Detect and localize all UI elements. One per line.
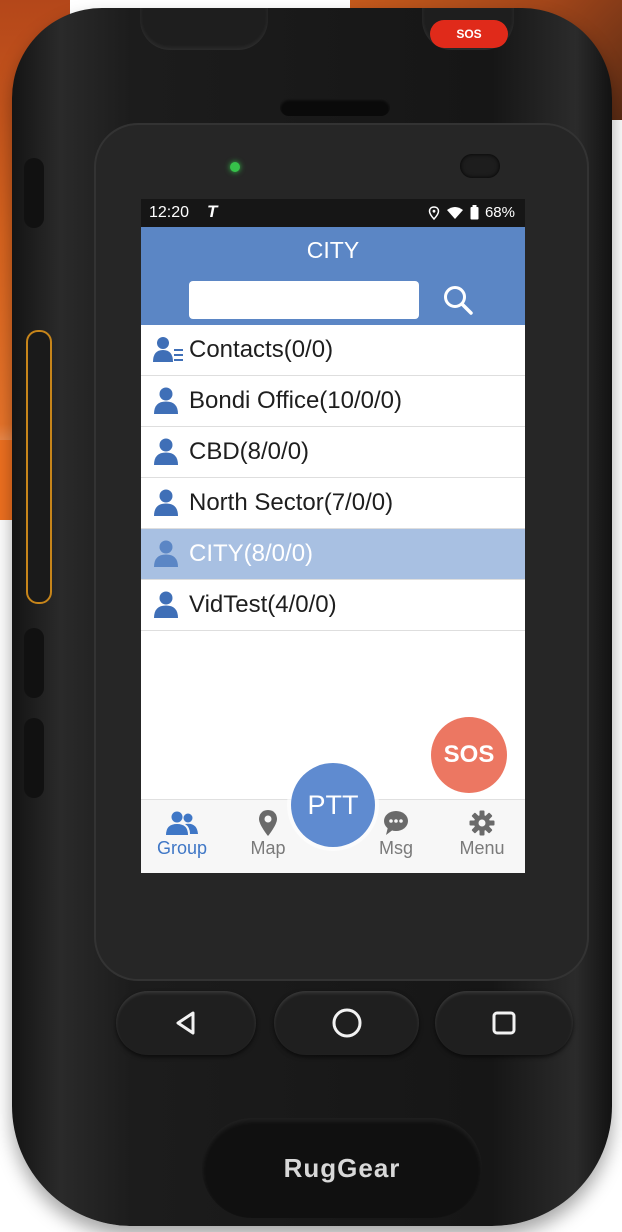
list-item-label: North Sector(7/0/0) (189, 489, 394, 516)
list-item-bondi-office[interactable]: Bondi Office(10/0/0) (141, 376, 525, 427)
brand-logo: RugGear (283, 1152, 401, 1183)
tab-label: Msg (378, 838, 413, 858)
brand-plate: RugGear (202, 1118, 482, 1218)
group-user-icon (151, 437, 185, 467)
ptt-button[interactable]: PTT (291, 763, 375, 847)
group-icon (147, 808, 217, 838)
app-header: CITY (141, 227, 525, 325)
group-user-icon (151, 488, 185, 518)
group-user-icon (151, 539, 185, 569)
hardware-sos-button[interactable]: SOS (430, 20, 508, 48)
tab-label: Group (156, 838, 208, 858)
side-key-upper[interactable] (24, 158, 44, 228)
location-icon (428, 205, 440, 220)
tab-label: Map (250, 838, 286, 858)
status-bar: 12:20 T 68% (141, 199, 525, 227)
back-button[interactable] (116, 991, 256, 1055)
search-icon[interactable] (441, 283, 475, 317)
list-item-label: VidTest(4/0/0) (189, 591, 337, 618)
side-key-lower-1[interactable] (24, 628, 44, 698)
tab-group[interactable]: Group (147, 808, 217, 859)
list-item-vidtest[interactable]: VidTest(4/0/0) (141, 580, 525, 631)
tab-label: Menu (459, 838, 505, 858)
contacts-icon (151, 335, 185, 365)
app-screen: 12:20 T 68% CITY Contacts(0/0) Bondi Off… (141, 199, 525, 873)
group-user-icon (151, 590, 185, 620)
wifi-icon (446, 206, 463, 219)
gear-icon (447, 808, 517, 838)
status-time: 12:20 (149, 204, 190, 221)
battery-icon (470, 205, 479, 220)
front-camera (460, 154, 500, 178)
page-title: CITY (306, 237, 360, 263)
group-user-icon (151, 386, 185, 416)
earpiece-speaker (280, 98, 390, 116)
home-icon (332, 1008, 361, 1038)
side-key-lower-2[interactable] (24, 718, 44, 798)
recent-apps-button[interactable] (435, 991, 573, 1055)
list-item-label: CBD(8/0/0) (189, 438, 310, 465)
status-led (230, 162, 240, 172)
group-list: Contacts(0/0) Bondi Office(10/0/0) CBD(8… (141, 325, 525, 631)
carrier-icon: T (207, 202, 218, 221)
list-item-contacts[interactable]: Contacts(0/0) (141, 325, 525, 376)
status-right: 68% (428, 204, 515, 221)
list-item-label: CITY(8/0/0) (189, 540, 314, 567)
back-icon (176, 1011, 195, 1035)
list-item-north-sector[interactable]: North Sector(7/0/0) (141, 478, 525, 529)
list-item-city-selected[interactable]: CITY(8/0/0) (141, 529, 525, 580)
search-input[interactable] (189, 281, 419, 319)
list-item-cbd[interactable]: CBD(8/0/0) (141, 427, 525, 478)
recent-apps-icon (492, 1011, 516, 1035)
side-ptt-key[interactable] (26, 330, 52, 604)
sos-button[interactable]: SOS (431, 717, 507, 793)
tab-menu[interactable]: Menu (447, 808, 517, 859)
list-item-label: Bondi Office(10/0/0) (189, 387, 403, 414)
battery-percent: 68% (484, 204, 515, 221)
home-button[interactable] (274, 991, 419, 1055)
top-ptt-button[interactable] (140, 8, 268, 50)
list-item-label: Contacts(0/0) (189, 336, 334, 363)
